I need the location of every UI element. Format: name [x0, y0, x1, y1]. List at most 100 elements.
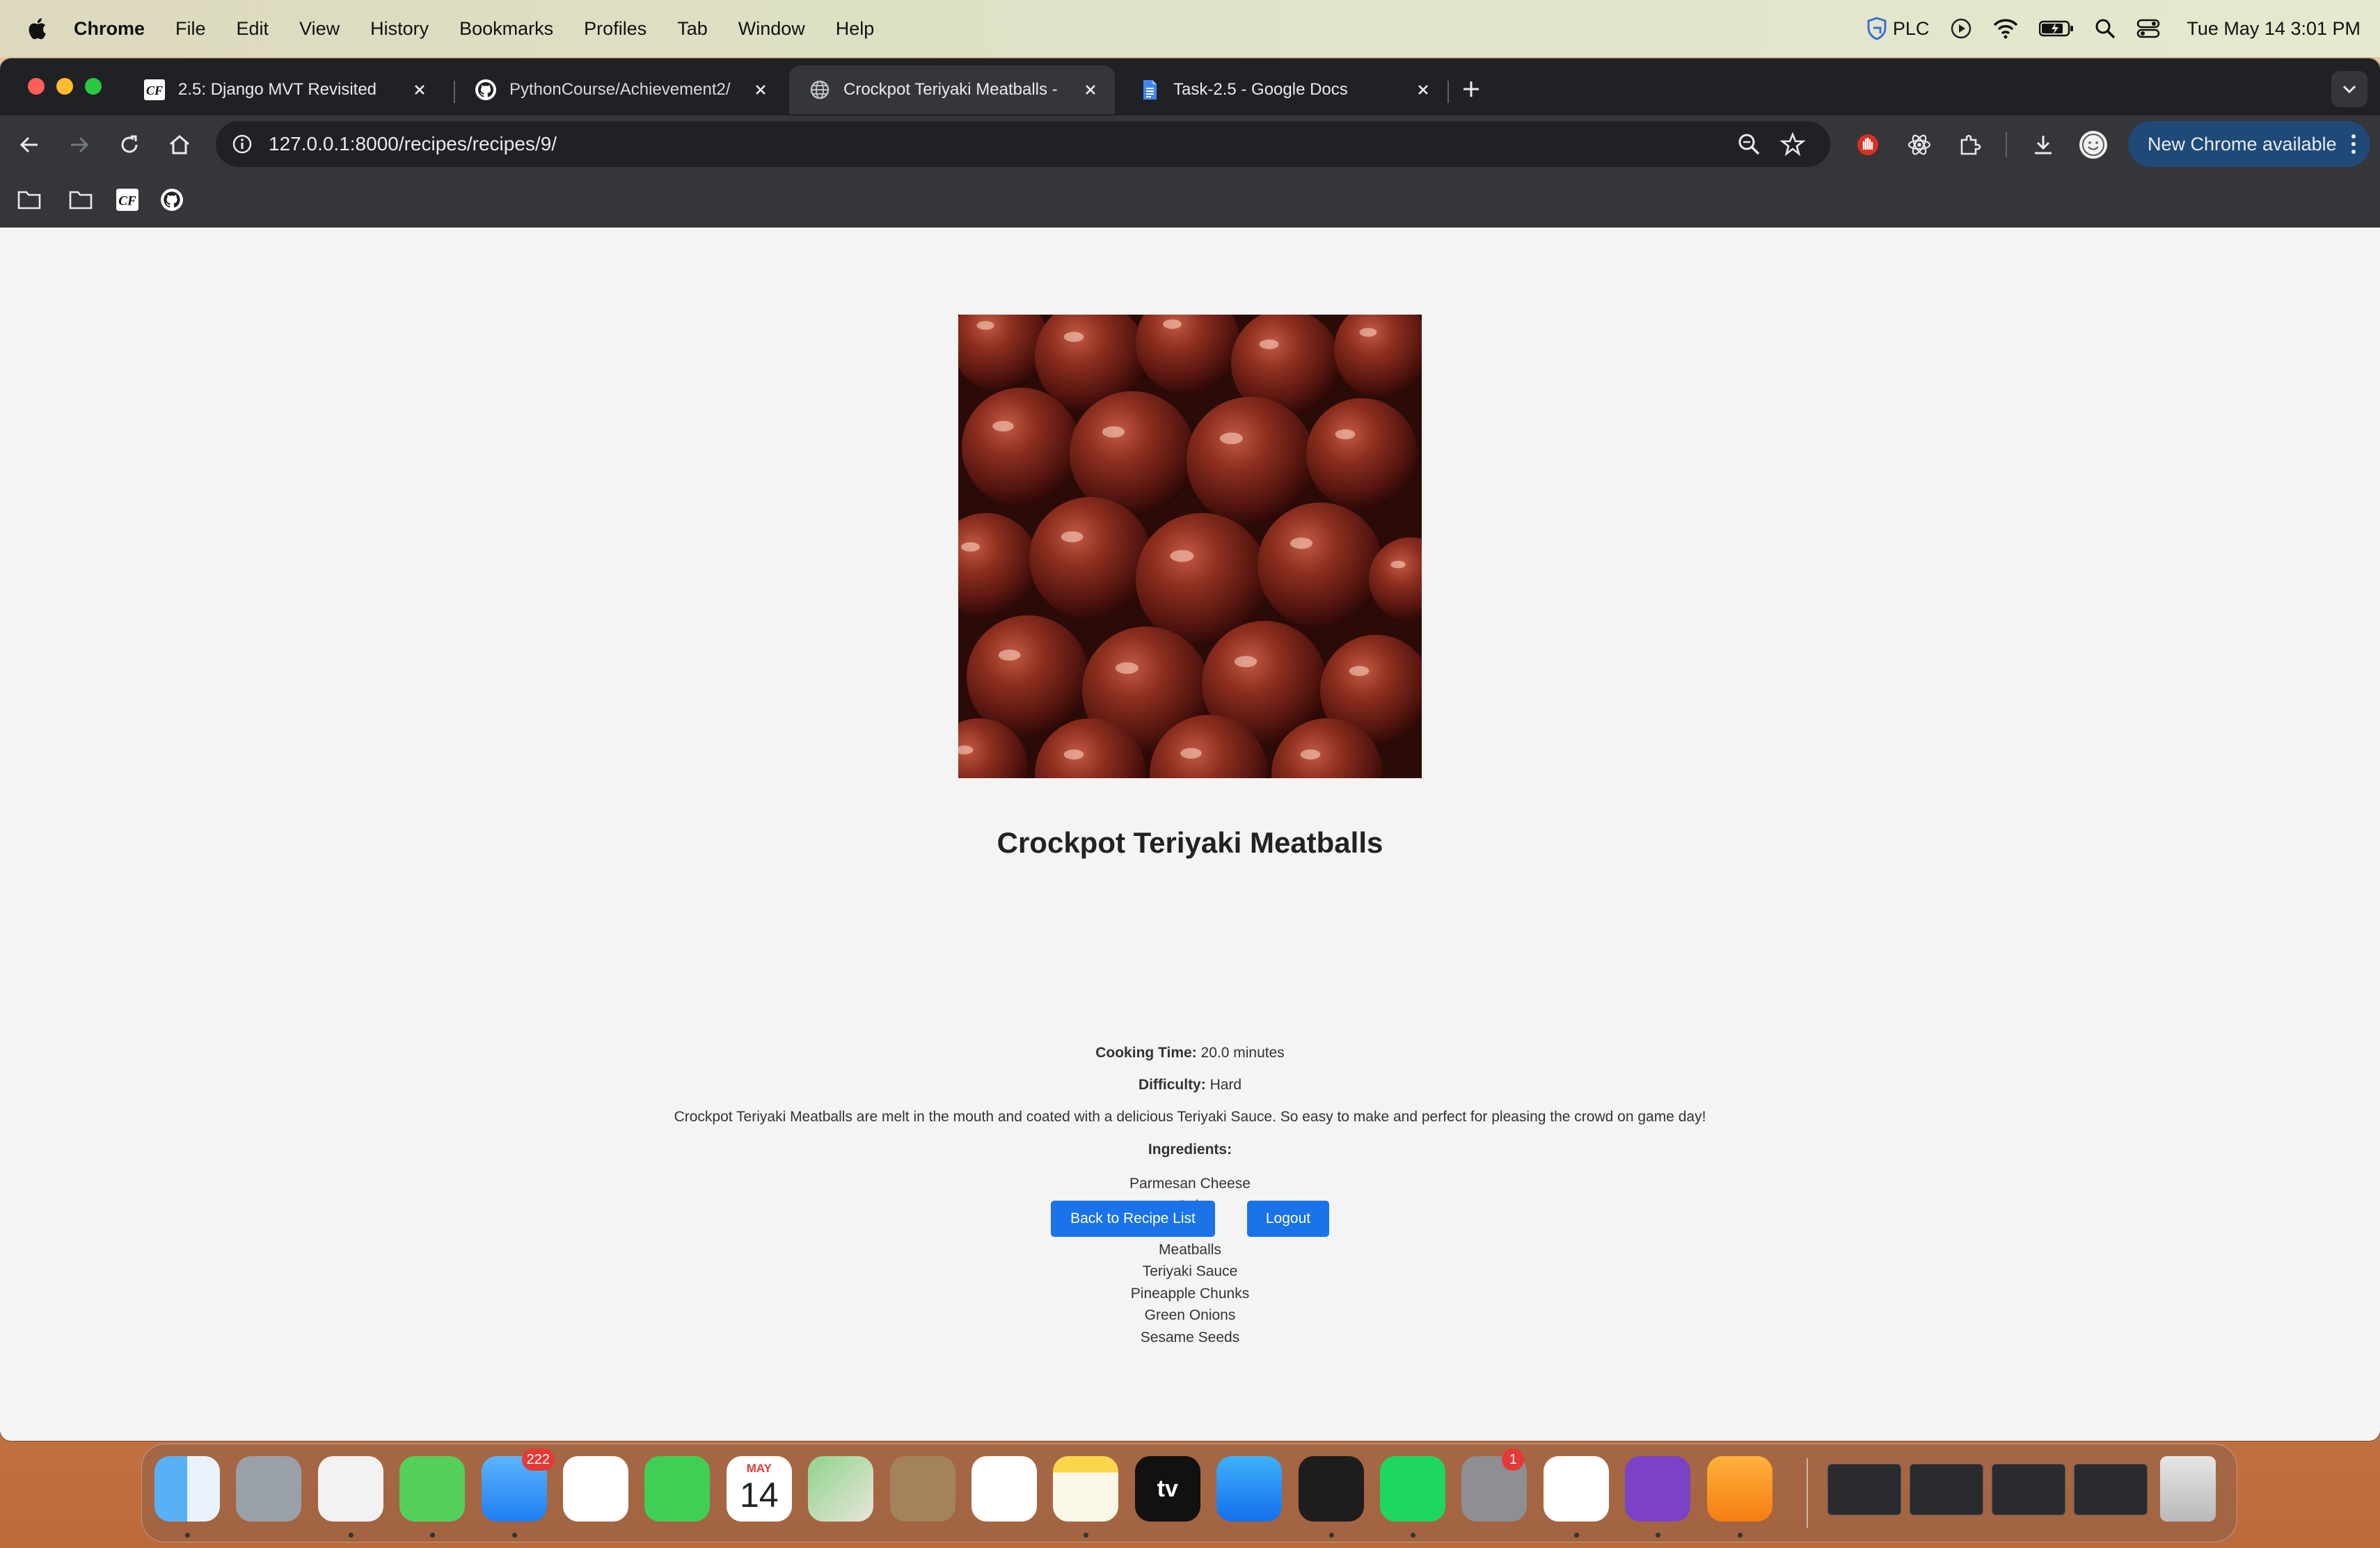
site-info-icon[interactable]: [231, 133, 253, 155]
menu-file[interactable]: File: [175, 18, 206, 40]
spotify-icon[interactable]: [1380, 1456, 1445, 1522]
trash-icon[interactable]: [2160, 1456, 2216, 1522]
meatball-highlight: [1102, 426, 1125, 438]
menubar-clock[interactable]: Tue May 14 3:01 PM: [2187, 18, 2361, 40]
window-close-button[interactable]: [28, 78, 45, 95]
github-desktop-icon[interactable]: [1625, 1456, 1691, 1522]
meatball-highlight: [1349, 665, 1370, 677]
bookmark-github-icon[interactable]: [160, 188, 184, 212]
control-center-icon[interactable]: [2136, 18, 2160, 39]
bookmark-folder-icon[interactable]: [17, 189, 42, 210]
logout-button[interactable]: Logout: [1247, 1201, 1329, 1237]
ingredient-item: Teriyaki Sauce: [1142, 1263, 1238, 1279]
close-tab-icon[interactable]: [1081, 81, 1100, 99]
tab-google-docs-task[interactable]: Task-2.5 - Google Docs: [1119, 65, 1447, 114]
meatball-highlight: [1335, 429, 1356, 440]
menu-tab[interactable]: Tab: [677, 18, 708, 40]
home-icon[interactable]: [167, 132, 192, 157]
pages-icon[interactable]: [1706, 1456, 1772, 1522]
tab-django-mvt[interactable]: CF 2.5: Django MVT Revisited: [124, 65, 444, 114]
app-store-icon[interactable]: [1216, 1456, 1283, 1522]
tab-crockpot-meatballs[interactable]: Crockpot Teriyaki Meatballs -: [789, 65, 1115, 114]
url-text[interactable]: 127.0.0.1:8000/recipes/recipes/9/: [269, 121, 557, 167]
close-tab-icon[interactable]: [752, 81, 770, 99]
running-indicator: [348, 1533, 354, 1538]
cooking-time-label: Cooking Time:: [1095, 1045, 1197, 1061]
running-indicator: [1411, 1533, 1415, 1538]
new-chrome-available-button[interactable]: New Chrome available: [2128, 121, 2370, 167]
window-minimize-button[interactable]: [56, 78, 73, 95]
meatball-shape: [1258, 503, 1383, 628]
download-icon[interactable]: [2031, 132, 2056, 157]
meatball-highlight: [1359, 328, 1377, 337]
forward-arrow-icon[interactable]: [67, 132, 92, 157]
meatball-highlight: [1115, 662, 1139, 674]
calendar-icon[interactable]: MAY 14: [726, 1456, 792, 1522]
extensions-puzzle-icon[interactable]: [1957, 132, 1982, 157]
minimized-window-1[interactable]: [1827, 1464, 1901, 1515]
address-bar[interactable]: 127.0.0.1:8000/recipes/recipes/9/: [216, 121, 1830, 167]
profile-avatar[interactable]: [2079, 131, 2107, 159]
meatball-shape: [1029, 497, 1152, 619]
reload-icon[interactable]: [117, 132, 142, 157]
cf-icon: CF: [144, 79, 165, 100]
shield-icon: [1867, 17, 1887, 40]
ingredient-item: Green Onions: [1144, 1307, 1236, 1323]
ingredient-item: Pineapple Chunks: [1130, 1285, 1250, 1302]
facetime-icon[interactable]: [644, 1456, 711, 1522]
menu-app-name[interactable]: Chrome: [74, 18, 145, 40]
meatball-highlight: [1259, 339, 1279, 349]
menu-view[interactable]: View: [299, 18, 340, 40]
minimized-window-2[interactable]: [1910, 1464, 1983, 1515]
bookmarks-bar: CF: [0, 174, 2380, 228]
vscode-icon[interactable]: [1543, 1456, 1609, 1522]
apple-logo-icon[interactable]: [26, 17, 47, 40]
maps-icon[interactable]: [808, 1456, 874, 1522]
back-to-recipe-list-button[interactable]: Back to Recipe List: [1051, 1201, 1215, 1237]
terminal-icon[interactable]: [1298, 1456, 1364, 1522]
menu-profiles[interactable]: Profiles: [584, 18, 646, 40]
close-tab-icon[interactable]: [411, 81, 429, 99]
menu-help[interactable]: Help: [836, 18, 875, 40]
zoom-icon[interactable]: [1737, 132, 1761, 156]
menu-edit[interactable]: Edit: [237, 18, 269, 40]
messages-icon[interactable]: [399, 1456, 466, 1522]
running-indicator: [511, 1533, 517, 1538]
window-zoom-button[interactable]: [85, 78, 102, 95]
spotlight-search-icon[interactable]: [2095, 18, 2116, 39]
photos-icon[interactable]: [563, 1456, 628, 1522]
apple-tv-icon[interactable]: tv: [1134, 1456, 1200, 1522]
bookmark-cf-icon[interactable]: CF: [116, 188, 139, 212]
menu-bookmarks[interactable]: Bookmarks: [459, 18, 553, 40]
menu-window[interactable]: Window: [738, 18, 805, 40]
finder-icon[interactable]: [154, 1456, 220, 1522]
tab-search-button[interactable]: [2331, 71, 2367, 107]
close-tab-icon[interactable]: [1414, 81, 1432, 99]
launchpad-icon[interactable]: [236, 1456, 302, 1522]
ingredient-item: Meatballs: [1159, 1241, 1221, 1258]
bookmark-star-icon[interactable]: [1780, 132, 1805, 157]
minimized-window-3[interactable]: [1992, 1464, 2065, 1515]
notes-icon[interactable]: [1053, 1456, 1119, 1522]
react-devtools-icon[interactable]: [1907, 132, 1932, 157]
recipe-image: [958, 315, 1422, 778]
new-tab-icon[interactable]: [1459, 77, 1484, 102]
status-plc[interactable]: PLC: [1866, 17, 1929, 40]
contacts-icon[interactable]: [889, 1456, 955, 1522]
reminders-icon[interactable]: [971, 1456, 1037, 1522]
new-chrome-label: New Chrome available: [2148, 133, 2337, 155]
running-indicator: [1737, 1533, 1743, 1538]
chrome-icon[interactable]: [317, 1456, 383, 1522]
extension-red-hand-icon[interactable]: [1855, 132, 1880, 157]
mail-badge: 222: [521, 1448, 555, 1471]
tab-github-python-course[interactable]: PythonCourse/Achievement2/: [455, 65, 785, 114]
running-indicator: [185, 1533, 190, 1538]
back-arrow-icon[interactable]: [17, 132, 42, 157]
bookmark-folder-icon[interactable]: [68, 189, 93, 210]
wifi-icon[interactable]: [1993, 18, 2018, 39]
meatball-shape: [962, 388, 1080, 506]
play-circle-icon[interactable]: [1950, 17, 1972, 40]
menu-history[interactable]: History: [370, 18, 429, 40]
minimized-window-4[interactable]: [2074, 1464, 2148, 1515]
battery-icon[interactable]: [2039, 19, 2074, 38]
